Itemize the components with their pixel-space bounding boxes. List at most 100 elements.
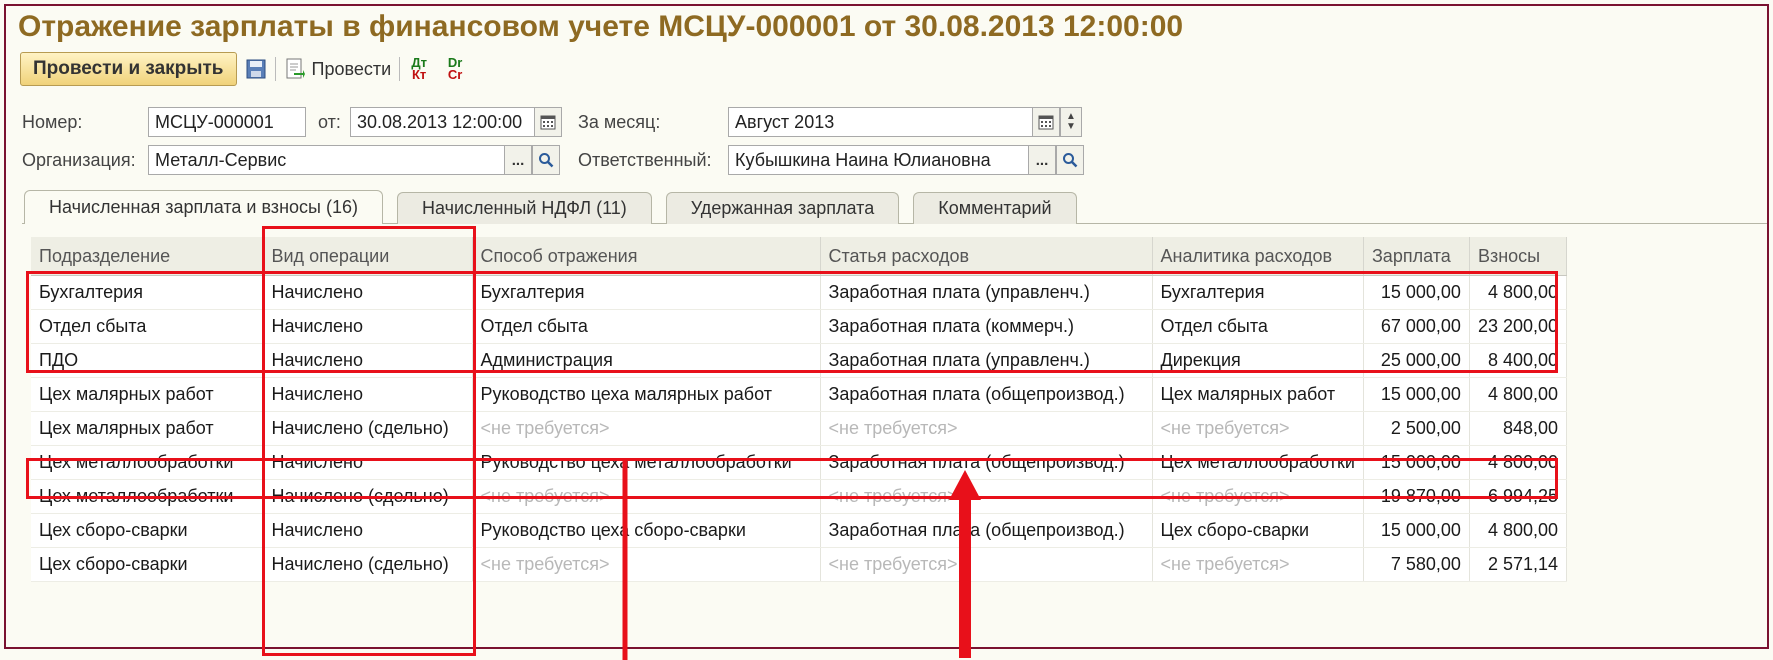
cell-salary[interactable]: 25 000,00 <box>1363 343 1470 378</box>
cell-department[interactable]: Бухгалтерия <box>31 275 264 310</box>
table-row[interactable]: Бухгалтерия Начислено Бухгалтерия Заработна… <box>31 275 1568 310</box>
cell-expense-item[interactable]: Заработная плата (управленч.) <box>820 275 1153 310</box>
cell-department[interactable]: Цех металлообработки <box>31 479 264 514</box>
cell-reflection-method[interactable]: Бухгалтерия <box>472 275 821 310</box>
cell-contributions[interactable]: 4 800,00 <box>1469 513 1568 548</box>
cell-department[interactable]: Отдел сбыта <box>31 309 264 344</box>
save-icon[interactable] <box>245 58 267 80</box>
cell-reflection-method[interactable]: <не требуется> <box>472 411 821 446</box>
cell-contributions[interactable]: 2 571,14 <box>1469 547 1568 582</box>
cell-expense-item[interactable]: Заработная плата (общепроизвод.) <box>820 377 1153 412</box>
cell-expense-item[interactable]: <не требуется> <box>820 547 1153 582</box>
cell-contributions[interactable]: 23 200,00 <box>1469 309 1568 344</box>
cell-salary[interactable]: 15 000,00 <box>1363 275 1470 310</box>
cell-operation-type[interactable]: Начислено <box>263 343 473 378</box>
cell-expense-analytics[interactable]: Бухгалтерия <box>1152 275 1364 310</box>
cell-expense-analytics[interactable]: <не требуется> <box>1152 547 1364 582</box>
tab-accrued-salary[interactable]: Начисленная зарплата и взносы (16) <box>24 190 383 224</box>
organization-select-button[interactable]: ... <box>504 145 532 175</box>
table-row[interactable]: Цех малярных работ Начислено (сдельно) <не… <box>31 411 1568 446</box>
date-field[interactable]: 30.08.2013 12:00:00 <box>350 107 538 137</box>
cell-operation-type[interactable]: Начислено <box>263 309 473 344</box>
cell-reflection-method[interactable]: <не требуется> <box>472 547 821 582</box>
cell-expense-analytics[interactable]: Отдел сбыта <box>1152 309 1364 344</box>
cell-operation-type[interactable]: Начислено (сдельно) <box>263 547 473 582</box>
cell-expense-item[interactable]: Заработная плата (управленч.) <box>820 343 1153 378</box>
cell-reflection-method[interactable]: Руководство цеха малярных работ <box>472 377 821 412</box>
responsible-select-button[interactable]: ... <box>1028 145 1056 175</box>
cell-expense-analytics[interactable]: Цех металлообработки <box>1152 445 1364 480</box>
cell-department[interactable]: Цех сборо-сварки <box>31 513 264 548</box>
post-button[interactable]: Провести <box>284 58 391 80</box>
dt-kt-icon[interactable]: Дт Кт <box>408 56 430 81</box>
month-field[interactable]: Август 2013 <box>728 107 1038 137</box>
cell-salary[interactable]: 7 580,00 <box>1363 547 1470 582</box>
cell-salary[interactable]: 15 000,00 <box>1363 445 1470 480</box>
cell-salary[interactable]: 15 000,00 <box>1363 513 1470 548</box>
table-row[interactable]: Цех сборо-сварки Начислено Руководство цех… <box>31 513 1568 548</box>
calendar-icon[interactable] <box>534 107 562 137</box>
search-icon[interactable] <box>532 145 560 175</box>
dr-cr-icon[interactable]: Dr Cr <box>444 56 466 81</box>
cell-operation-type[interactable]: Начислено <box>263 275 473 310</box>
cell-department[interactable]: Цех сборо-сварки <box>31 547 264 582</box>
cell-salary[interactable]: 15 000,00 <box>1363 377 1470 412</box>
cell-reflection-method[interactable]: <не требуется> <box>472 479 821 514</box>
cell-expense-item[interactable]: <не требуется> <box>820 479 1153 514</box>
cell-expense-analytics[interactable]: Цех сборо-сварки <box>1152 513 1364 548</box>
cell-department[interactable]: Цех малярных работ <box>31 411 264 446</box>
cell-reflection-method[interactable]: Администрация <box>472 343 821 378</box>
column-header-contributions[interactable]: Взносы <box>1469 237 1568 276</box>
organization-field[interactable]: Металл-Сервис <box>148 145 504 175</box>
cell-department[interactable]: Цех малярных работ <box>31 377 264 412</box>
cell-reflection-method[interactable]: Руководство цеха сборо-сварки <box>472 513 821 548</box>
table-row[interactable]: Цех металлообработки Начислено (сдельно) <… <box>31 479 1568 514</box>
search-icon[interactable] <box>1056 145 1084 175</box>
cell-salary[interactable]: 19 870,00 <box>1363 479 1470 514</box>
calendar-icon[interactable] <box>1032 107 1060 137</box>
column-header-department[interactable]: Подразделение <box>31 237 264 276</box>
cell-salary[interactable]: 67 000,00 <box>1363 309 1470 344</box>
cell-operation-type[interactable]: Начислено <box>263 513 473 548</box>
cell-reflection-method[interactable]: Отдел сбыта <box>472 309 821 344</box>
cell-contributions[interactable]: 848,00 <box>1469 411 1568 446</box>
cell-expense-analytics[interactable]: Цех малярных работ <box>1152 377 1364 412</box>
tab-accrued-ndfl[interactable]: Начисленный НДФЛ (11) <box>396 192 652 224</box>
cell-reflection-method[interactable]: Руководство цеха металлообработки <box>472 445 821 480</box>
column-header-reflection-method[interactable]: Способ отражения <box>472 237 821 276</box>
cell-expense-analytics[interactable]: <не требуется> <box>1152 411 1364 446</box>
table-row[interactable]: ПДО Начислено Администрация Заработная плат… <box>31 343 1568 378</box>
cell-operation-type[interactable]: Начислено <box>263 445 473 480</box>
cell-operation-type[interactable]: Начислено <box>263 377 473 412</box>
cell-contributions[interactable]: 8 400,00 <box>1469 343 1568 378</box>
table-row[interactable]: Цех сборо-сварки Начислено (сдельно) <не т… <box>31 547 1568 582</box>
cell-contributions[interactable]: 4 800,00 <box>1469 377 1568 412</box>
cell-expense-analytics[interactable]: Дирекция <box>1152 343 1364 378</box>
cell-contributions[interactable]: 4 800,00 <box>1469 445 1568 480</box>
cell-contributions[interactable]: 4 800,00 <box>1469 275 1568 310</box>
month-spinner[interactable]: ▲ ▼ <box>1060 107 1082 137</box>
cell-salary[interactable]: 2 500,00 <box>1363 411 1470 446</box>
cell-expense-analytics[interactable]: <не требуется> <box>1152 479 1364 514</box>
cell-department[interactable]: ПДО <box>31 343 264 378</box>
column-header-operation-type[interactable]: Вид операции <box>263 237 473 276</box>
number-field[interactable]: МСЦУ-000001 <box>148 107 306 137</box>
cell-expense-item[interactable]: <не требуется> <box>820 411 1153 446</box>
cell-operation-type[interactable]: Начислено (сдельно) <box>263 411 473 446</box>
cell-expense-item[interactable]: Заработная плата (коммерч.) <box>820 309 1153 344</box>
table-row[interactable]: Цех малярных работ Начислено Руководство ц… <box>31 377 1568 412</box>
cell-contributions[interactable]: 6 994,25 <box>1469 479 1568 514</box>
column-header-expense-analytics[interactable]: Аналитика расходов <box>1152 237 1364 276</box>
cell-operation-type[interactable]: Начислено (сдельно) <box>263 479 473 514</box>
tab-withheld-salary[interactable]: Удержанная зарплата <box>665 192 900 224</box>
post-and-close-button[interactable]: Провести и закрыть <box>20 52 237 86</box>
cell-department[interactable]: Цех металлообработки <box>31 445 264 480</box>
cell-expense-item[interactable]: Заработная плата (общепроизвод.) <box>820 445 1153 480</box>
cell-expense-item[interactable]: Заработная плата (общепроизвод.) <box>820 513 1153 548</box>
table-row[interactable]: Отдел сбыта Начислено Отдел сбыта Заработна… <box>31 309 1568 344</box>
tab-comment[interactable]: Комментарий <box>913 192 1077 224</box>
column-header-salary[interactable]: Зарплата <box>1363 237 1470 276</box>
table-row[interactable]: Цех металлообработки Начислено Руководство… <box>31 445 1568 480</box>
chevron-down-icon[interactable]: ▼ <box>1066 122 1076 132</box>
column-header-expense-item[interactable]: Статья расходов <box>820 237 1153 276</box>
